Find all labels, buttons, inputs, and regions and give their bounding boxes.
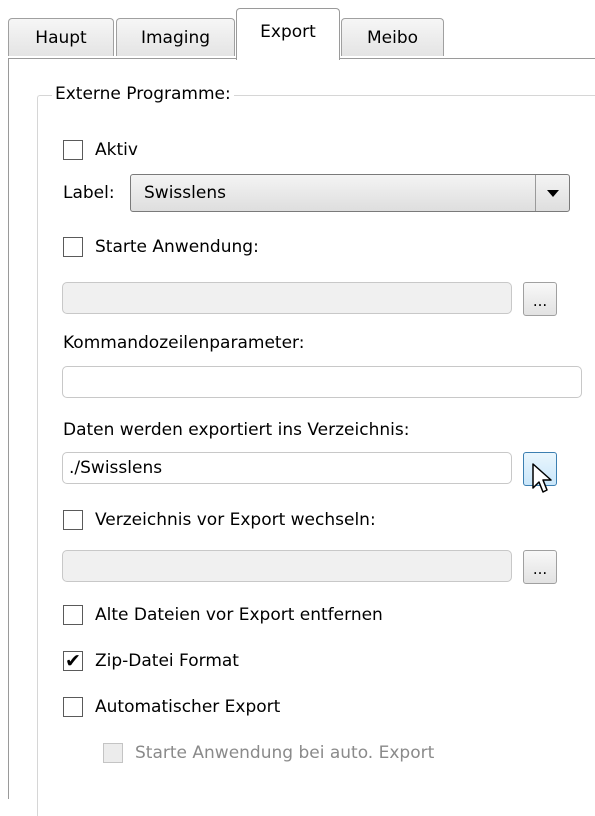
verzeichnis-path-field[interactable] [62,550,512,582]
kommandozeile-input[interactable] [62,366,582,398]
auto-export-label: Automatischer Export [95,697,281,717]
kommandozeile-label: Kommandozeilenparameter: [63,333,305,353]
label-caption: Label: [63,183,115,203]
zip-format-checkbox[interactable]: ✔ [63,651,83,671]
alte-dateien-row[interactable]: Alte Dateien vor Export entfernen [63,605,383,625]
verzeichnis-browse-button[interactable]: ... [523,550,557,584]
mouse-cursor-icon [532,463,552,493]
tab-imaging[interactable]: Imaging [116,18,235,56]
auto-export-row[interactable]: Automatischer Export [63,697,280,717]
auto-starte-checkbox[interactable] [103,743,123,763]
verzeichnis-wechseln-label: Verzeichnis vor Export wechseln: [95,510,376,530]
aktiv-label: Aktiv [95,140,138,160]
zip-format-row[interactable]: ✔ Zip-Datei Format [63,651,239,671]
label-dropdown[interactable]: Swisslens [130,174,570,212]
anwendung-path-field[interactable] [62,282,512,314]
dropdown-arrow-icon[interactable] [535,175,569,211]
anwendung-browse-button[interactable]: ... [523,282,557,316]
alte-dateien-checkbox[interactable] [63,605,83,625]
auto-starte-row[interactable]: Starte Anwendung bei auto. Export [103,743,434,763]
export-dir-value: ./Swisslens [69,458,163,478]
export-dir-label: Daten werden exportiert ins Verzeichnis: [63,420,410,440]
auto-export-checkbox[interactable] [63,697,83,717]
zip-format-label: Zip-Datei Format [95,651,239,671]
tab-haupt[interactable]: Haupt [8,18,114,56]
tab-export[interactable]: Export [236,8,340,60]
alte-dateien-label: Alte Dateien vor Export entfernen [95,605,383,625]
label-dropdown-value: Swisslens [144,183,226,203]
starte-anwendung-row[interactable]: Starte Anwendung: [63,237,259,257]
tab-bar: Haupt Imaging Export Meibo [0,0,595,62]
starte-anwendung-label: Starte Anwendung: [95,237,259,257]
tab-meibo[interactable]: Meibo [341,18,444,56]
starte-anwendung-checkbox[interactable] [63,237,83,257]
aktiv-row[interactable]: Aktiv [63,140,138,160]
group-title: Externe Programme: [52,84,234,104]
auto-starte-label: Starte Anwendung bei auto. Export [135,743,435,763]
verzeichnis-wechseln-row[interactable]: Verzeichnis vor Export wechseln: [63,510,376,530]
aktiv-checkbox[interactable] [63,140,83,160]
verzeichnis-wechseln-checkbox[interactable] [63,510,83,530]
export-dir-input[interactable]: ./Swisslens [62,452,512,484]
